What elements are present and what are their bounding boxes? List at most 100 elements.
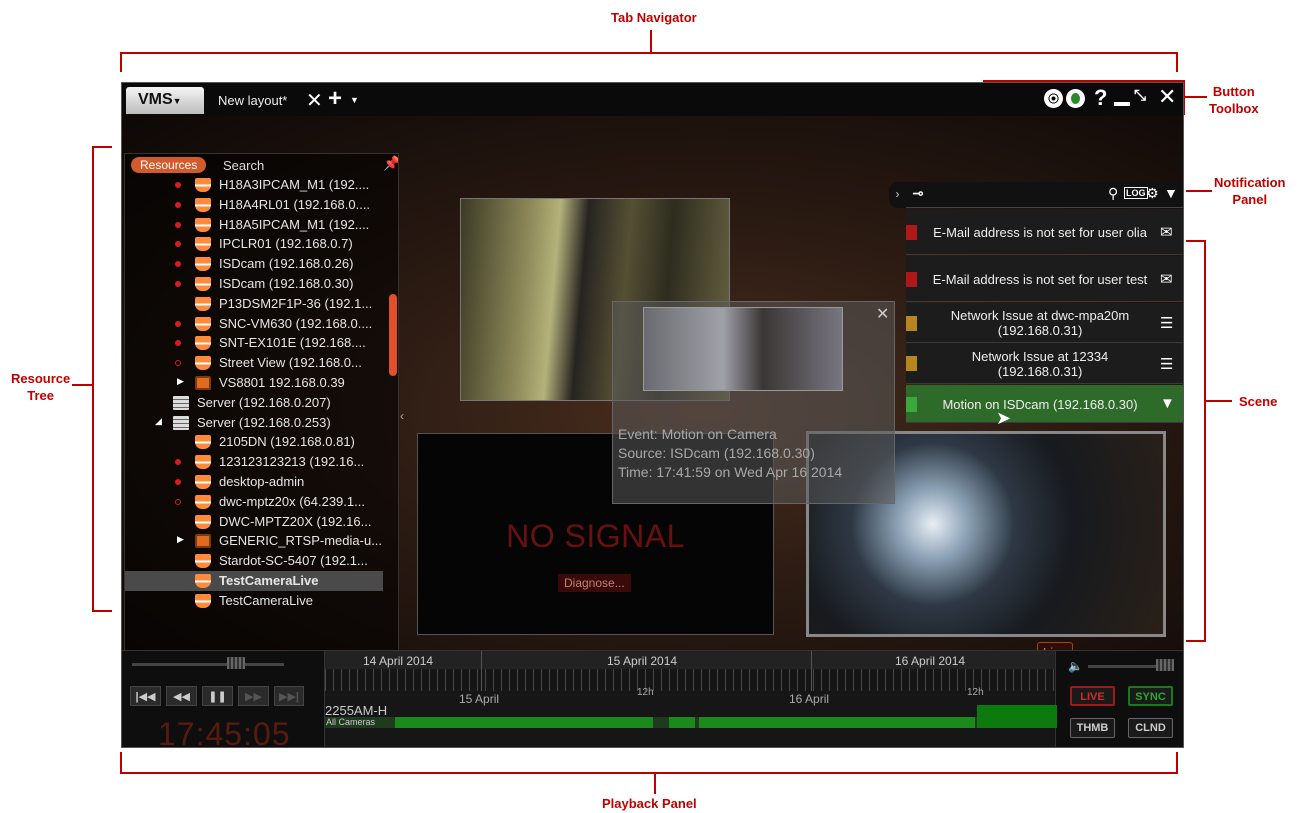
pause-button[interactable]: ❚❚: [202, 686, 233, 706]
tree-item[interactable]: Street View (192.168.0...: [125, 353, 383, 373]
tree-item-label: SNT-EX101E (192.168....: [219, 335, 366, 351]
tree-item[interactable]: ISDcam (192.168.0.30): [125, 274, 383, 294]
expand-icon[interactable]: ▶: [177, 534, 184, 545]
gear-icon[interactable]: ⚙: [1146, 185, 1159, 202]
bracket-playback-panel: [120, 752, 1178, 774]
help-icon[interactable]: ?: [1094, 85, 1107, 111]
recording-dot-icon: [175, 182, 181, 188]
tree-item[interactable]: H18A5IPCAM_M1 (192....: [125, 215, 383, 235]
tree-item[interactable]: Stardot-SC-5407 (192.1...: [125, 551, 383, 571]
tree-item[interactable]: SNC-VM630 (192.168.0....: [125, 314, 383, 334]
severity-indicator: [906, 224, 917, 240]
camera-icon[interactable]: ▼: [1160, 395, 1175, 412]
event-time: Time: 17:41:59 on Wed Apr 16 2014: [618, 464, 843, 480]
speed-slider[interactable]: [132, 663, 284, 666]
sync-button[interactable]: SYNC: [1128, 686, 1173, 706]
tree-item[interactable]: ▶ VS8801 192.168.0.39: [125, 373, 383, 393]
tree-item[interactable]: desktop-admin: [125, 472, 383, 492]
film-reel-icon[interactable]: [1044, 89, 1063, 108]
notification-text: Network Issue at dwc-mpa20m (192.168.0.3…: [950, 308, 1130, 338]
camera-icon: [195, 574, 211, 588]
scene[interactable]: Resources Search 📌 H18A3IPCAM_M1 (192...…: [122, 116, 1183, 681]
tree-item[interactable]: TestCameraLive: [125, 591, 383, 611]
expand-icon[interactable]: ▶: [177, 376, 184, 387]
notification-item[interactable]: E-Mail address is not set for user olia ✉: [906, 209, 1183, 255]
fast-forward-button[interactable]: ▶▶: [238, 686, 269, 706]
bracket-scene: [1186, 240, 1206, 642]
tree-item[interactable]: dwc-mptz20x (64.239.1...: [125, 492, 383, 512]
collapse-left-icon[interactable]: ‹: [400, 409, 404, 423]
camera-icon: [195, 336, 211, 351]
tree-item[interactable]: Server (192.168.0.207): [125, 393, 383, 413]
list-icon[interactable]: ☰: [1160, 355, 1173, 373]
speed-slider-handle[interactable]: [227, 657, 245, 669]
tree-item[interactable]: SNT-EX101E (192.168....: [125, 333, 383, 353]
tree-item[interactable]: H18A4RL01 (192.168.0....: [125, 195, 383, 215]
diagnose-button[interactable]: Diagnose...: [558, 574, 631, 592]
recording-dot-icon: [175, 221, 181, 228]
tree-item[interactable]: P13DSM2F1P-36 (192.1...: [125, 294, 383, 314]
skip-end-button[interactable]: ▶▶|: [274, 686, 304, 706]
recording-dot-icon: [175, 320, 181, 327]
volume-icon[interactable]: 🔈: [1068, 659, 1083, 673]
mail-icon[interactable]: ✉: [1160, 270, 1173, 288]
tree-scrollbar[interactable]: [389, 294, 397, 376]
notification-item[interactable]: E-Mail address is not set for user test ✉: [906, 256, 1183, 302]
add-tab-icon[interactable]: +: [328, 85, 342, 113]
tree-item-label: GENERIC_RTSP-media-u...: [219, 533, 383, 549]
list-icon[interactable]: ☰: [1160, 314, 1173, 332]
tree-item[interactable]: IPCLR01 (192.168.0.7): [125, 234, 383, 254]
notification-item[interactable]: Network Issue at 12334 (192.168.0.31) ☰: [906, 343, 1183, 384]
close-icon[interactable]: ✕: [876, 304, 889, 324]
log-icon[interactable]: LOG: [1124, 187, 1148, 199]
tab-search[interactable]: Search: [223, 158, 264, 173]
volume-slider-handle[interactable]: [1156, 659, 1174, 671]
rewind-button[interactable]: ◀◀: [166, 686, 197, 706]
collapse-right-icon[interactable]: ›: [889, 182, 906, 208]
tab-resources[interactable]: Resources: [131, 157, 207, 173]
event-source: Source: ISDcam (192.168.0.30): [618, 445, 815, 461]
notification-item[interactable]: Motion on ISDcam (192.168.0.30) ▼: [906, 385, 1183, 423]
tree-item[interactable]: ▶ GENERIC_RTSP-media-u...: [125, 531, 383, 551]
thumbnails-button[interactable]: THMB: [1070, 718, 1115, 738]
playback-panel: |◀◀ ◀◀ ❚❚ ▶▶ ▶▶| 17:45:05 14 April 2014 …: [122, 650, 1183, 747]
tab-new-layout[interactable]: New layout*: [218, 93, 287, 108]
tree-item[interactable]: ◢ Server (192.168.0.253): [125, 413, 383, 433]
camera-icon: [195, 277, 211, 291]
app-window: VMS▼ New layout* ✕ + ▼ ? ⤡ ✕ Resources S…: [121, 82, 1184, 748]
chevron-down-icon[interactable]: ▼: [350, 95, 359, 105]
event-thumbnail: [643, 307, 843, 391]
connection-icon[interactable]: [1066, 89, 1085, 108]
skip-start-button[interactable]: |◀◀: [130, 686, 161, 706]
tree-item[interactable]: DWC-MPTZ20X (192.16...: [125, 512, 383, 532]
live-button[interactable]: LIVE: [1070, 686, 1115, 706]
minimize-icon[interactable]: [1114, 102, 1130, 106]
pin-icon[interactable]: ⊸: [912, 185, 924, 202]
collapse-icon[interactable]: ◢: [155, 416, 162, 427]
close-app-icon[interactable]: ✕: [1158, 84, 1176, 110]
fullscreen-icon[interactable]: ⤡: [1134, 87, 1146, 104]
line-scene: [1206, 400, 1232, 402]
tree-item[interactable]: ISDcam (192.168.0.26): [125, 254, 383, 274]
annotation-button-toolbox: Button Toolbox: [1209, 84, 1259, 116]
recording-dot-icon: [175, 498, 181, 505]
close-tab-icon[interactable]: ✕: [306, 88, 323, 113]
filter-icon[interactable]: ▼: [1164, 185, 1178, 201]
tree-item[interactable]: TestCameraLive: [125, 571, 383, 591]
mail-icon[interactable]: ✉: [1160, 223, 1173, 241]
timeline[interactable]: 14 April 2014 15 April 2014 16 April 201…: [324, 651, 1057, 747]
notification-item[interactable]: Network Issue at dwc-mpa20m (192.168.0.3…: [906, 303, 1183, 343]
tree-item[interactable]: 123123123213 (192.16...: [125, 452, 383, 472]
recording-dot-icon: [175, 201, 181, 208]
camera-icon: [195, 494, 211, 509]
vms-menu-button[interactable]: VMS▼: [126, 87, 204, 114]
calendar-button[interactable]: CLND: [1128, 718, 1173, 738]
tree-item[interactable]: 2105DN (192.168.0.81): [125, 432, 383, 452]
tree-item[interactable]: H18A3IPCAM_M1 (192....: [125, 175, 383, 195]
notification-text: Network Issue at 12334 (192.168.0.31): [971, 348, 1109, 379]
server-icon: [173, 395, 189, 410]
timeline-date: 14 April 2014: [363, 654, 434, 668]
pin-icon[interactable]: 📌: [383, 155, 398, 172]
event-preview-tooltip: ✕ Event: Motion on Camera Source: ISDcam…: [612, 301, 895, 504]
search-icon[interactable]: ⚲: [1108, 185, 1118, 202]
